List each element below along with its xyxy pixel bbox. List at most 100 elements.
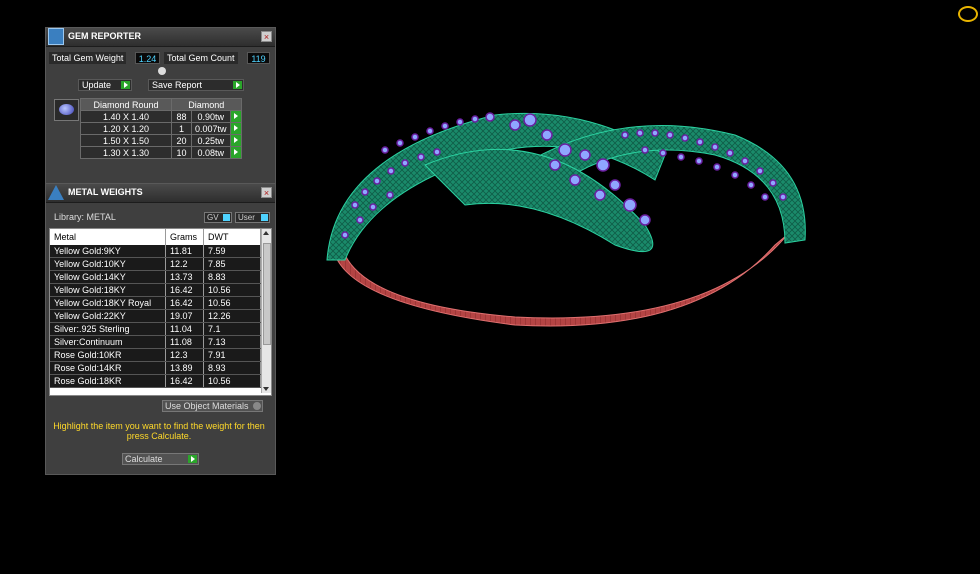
gem-row[interactable]: 1.20 X 1.20 1 0.007tw (80, 122, 242, 135)
metal-metal: Yellow Gold:18KY (50, 283, 166, 297)
metal-dwt: 7.13 (203, 335, 261, 349)
total-gem-weight-value: 1.24 (135, 52, 160, 64)
go-arrow-icon (230, 136, 240, 144)
gem-row[interactable]: 1.30 X 1.30 10 0.08tw (80, 146, 242, 159)
gv-label: GV (207, 213, 219, 222)
metal-row[interactable]: Rose Gold:18KR 16.42 10.56 (50, 374, 261, 388)
metal-dwt: 10.56 (203, 296, 261, 310)
metal-metal: Rose Gold:14KR (50, 361, 166, 375)
go-arrow-icon (230, 124, 240, 132)
total-gem-count-label: Total Gem Count (164, 52, 238, 64)
metal-row[interactable]: Yellow Gold:22KY 19.07 12.26 (50, 309, 261, 323)
metal-grams: 12.2 (165, 257, 204, 271)
gem-widget-icon[interactable] (958, 6, 978, 22)
metal-metal: Yellow Gold:18KY Royal (50, 296, 166, 310)
metal-weights-icon (48, 185, 64, 200)
go-arrow-icon (230, 112, 240, 120)
metal-grams: 11.08 (165, 335, 204, 349)
gem-count: 1 (171, 122, 192, 135)
metal-metal: Silver:Continuum (50, 335, 166, 349)
scroll-down-icon[interactable] (263, 387, 269, 391)
metal-row[interactable]: Silver:.925 Sterling 11.04 7.1 (50, 322, 261, 336)
metal-dwt: 7.85 (203, 257, 261, 271)
use-object-materials-label: Use Object Materials (165, 401, 249, 411)
update-button[interactable]: Update (78, 79, 132, 91)
metal-col-name[interactable]: Metal (50, 229, 166, 245)
metal-grams: 12.3 (165, 348, 204, 362)
metal-row[interactable]: Silver:Continuum 11.08 7.13 (50, 335, 261, 349)
total-gem-weight-label: Total Gem Weight (49, 52, 127, 64)
metal-grams: 16.42 (165, 296, 204, 310)
collapse-toggle-icon[interactable] (158, 67, 166, 75)
metal-col-dwt[interactable]: DWT (203, 229, 261, 245)
gem-reporter-close-button[interactable]: × (261, 31, 272, 42)
gem-weight: 0.25tw (191, 134, 231, 147)
gem-count: 20 (171, 134, 192, 147)
gem-size: 1.40 X 1.40 (80, 110, 172, 123)
metal-metal: Yellow Gold:10KY (50, 257, 166, 271)
metal-grams: 16.42 (165, 283, 204, 297)
gem-table: Diamond Round Diamond 1.40 X 1.40 88 0.9… (80, 98, 242, 159)
gem-reporter-titlebar[interactable]: GEM REPORTER × (46, 28, 275, 47)
use-object-materials-select[interactable]: Use Object Materials (162, 400, 263, 412)
gem-row[interactable]: 1.40 X 1.40 88 0.90tw (80, 110, 242, 123)
metal-dwt: 7.59 (203, 245, 261, 258)
scroll-thumb[interactable] (263, 243, 271, 345)
user-toggle[interactable]: User (235, 212, 270, 223)
metal-grams: 13.73 (165, 270, 204, 284)
metal-metal: Yellow Gold:9KY (50, 245, 166, 258)
user-label: User (238, 213, 255, 222)
save-report-button[interactable]: Save Report (148, 79, 244, 91)
metal-dwt: 8.83 (203, 270, 261, 284)
gem-row-go-button[interactable] (229, 122, 242, 135)
gv-toggle[interactable]: GV (204, 212, 232, 223)
metal-col-grams[interactable]: Grams (165, 229, 204, 245)
bracelet-3d-model[interactable] (315, 95, 825, 335)
metal-grams: 13.89 (165, 361, 204, 375)
dropdown-icon (253, 402, 261, 410)
gem-row-go-button[interactable] (229, 110, 242, 123)
gem-count: 10 (171, 146, 192, 159)
metal-list-scrollbar[interactable] (261, 229, 271, 393)
gem-weight: 0.90tw (191, 110, 231, 123)
gem-count: 88 (171, 110, 192, 123)
calculate-instruction: Highlight the item you want to find the … (53, 421, 265, 441)
gem-reporter-title: GEM REPORTER (68, 31, 142, 41)
metal-dwt: 8.93 (203, 361, 261, 375)
gem-size: 1.50 X 1.50 (80, 134, 172, 147)
go-arrow-icon (230, 148, 240, 156)
metal-metal: Yellow Gold:14KY (50, 270, 166, 284)
gem-col-shape: Diamond Round (80, 98, 172, 111)
metal-weights-titlebar[interactable]: METAL WEIGHTS × (46, 184, 275, 203)
metal-grams: 11.81 (165, 245, 204, 258)
metal-metal: Silver:.925 Sterling (50, 322, 166, 336)
metal-row[interactable]: Yellow Gold:18KY 16.42 10.56 (50, 283, 261, 297)
gem-size: 1.30 X 1.30 (80, 146, 172, 159)
gem-weight: 0.007tw (191, 122, 231, 135)
total-gem-count-value: 119 (247, 52, 270, 64)
metal-metal: Yellow Gold:22KY (50, 309, 166, 323)
gem-reporter-icon (48, 28, 64, 45)
metal-list[interactable]: Metal Grams DWT Yellow Gold:9KY 11.81 7.59… (49, 228, 272, 396)
go-arrow-icon (233, 81, 242, 89)
gem-size: 1.20 X 1.20 (80, 122, 172, 135)
metal-row[interactable]: Rose Gold:14KR 13.89 8.93 (50, 361, 261, 375)
metal-dwt: 10.56 (203, 283, 261, 297)
metal-grams: 16.42 (165, 374, 204, 388)
metal-dwt: 10.56 (203, 374, 261, 388)
metal-dwt: 7.91 (203, 348, 261, 362)
calculate-button[interactable]: Calculate (122, 453, 199, 465)
metal-row[interactable]: Yellow Gold:9KY 11.81 7.59 (50, 245, 261, 258)
metal-row[interactable]: Yellow Gold:10KY 12.2 7.85 (50, 257, 261, 271)
gem-row[interactable]: 1.50 X 1.50 20 0.25tw (80, 134, 242, 147)
scroll-up-icon[interactable] (263, 231, 269, 235)
metal-row[interactable]: Rose Gold:10KR 12.3 7.91 (50, 348, 261, 362)
gem-row-go-button[interactable] (229, 134, 242, 147)
calculate-label: Calculate (125, 454, 163, 464)
metal-row[interactable]: Yellow Gold:18KY Royal 16.42 10.56 (50, 296, 261, 310)
metal-row[interactable]: Yellow Gold:14KY 13.73 8.83 (50, 270, 261, 284)
gem-row-go-button[interactable] (229, 146, 242, 159)
metal-weights-close-button[interactable]: × (261, 187, 272, 198)
metal-metal: Rose Gold:18KR (50, 374, 166, 388)
metal-grams: 19.07 (165, 309, 204, 323)
